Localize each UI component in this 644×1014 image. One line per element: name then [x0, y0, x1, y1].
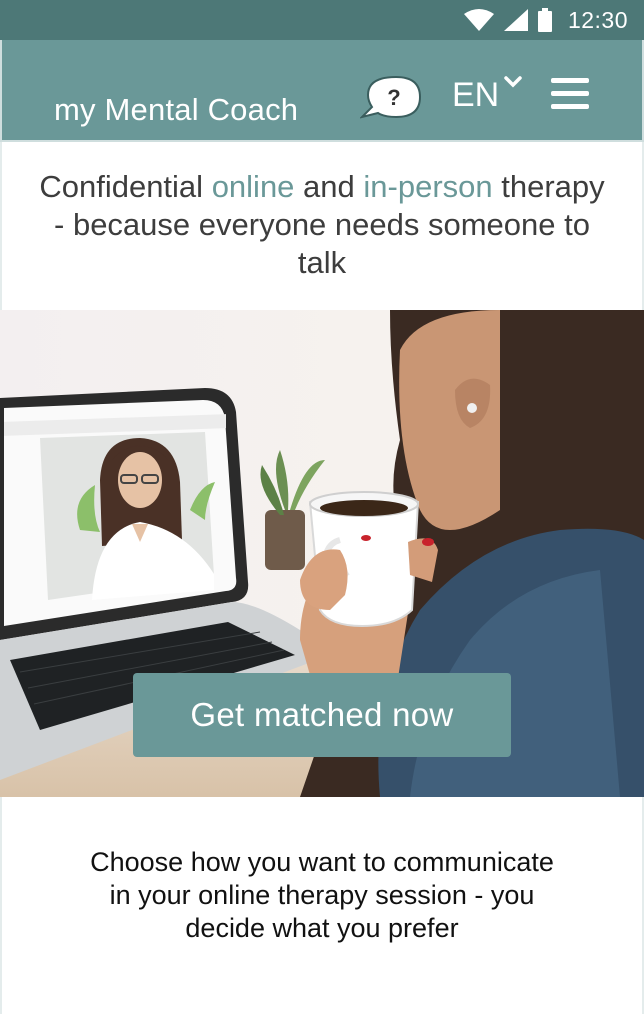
- language-label: EN: [452, 76, 500, 114]
- wifi-icon: [463, 9, 494, 31]
- chevron-down-icon: [504, 76, 522, 88]
- hamburger-menu-icon[interactable]: [551, 78, 589, 114]
- signal-icon: [503, 9, 528, 31]
- header-divider: [0, 140, 644, 142]
- app-header: my Mental Coach ? EN: [0, 40, 644, 140]
- language-selector[interactable]: EN: [452, 76, 523, 115]
- communication-intro-text: Choose how you want to communicate in yo…: [90, 847, 554, 943]
- brand-logo-text[interactable]: my Mental Coach: [54, 92, 298, 128]
- status-bar: 12:30: [0, 0, 644, 40]
- get-matched-button[interactable]: Get matched now: [133, 673, 511, 757]
- headline-online-link: online: [211, 169, 295, 204]
- help-bubble-icon[interactable]: ?: [358, 73, 422, 125]
- status-time: 12:30: [567, 6, 628, 33]
- headline-in-person-link: in-person: [363, 169, 493, 204]
- battery-icon: [537, 8, 552, 32]
- page-headline: Confidential online and in-person therap…: [39, 169, 605, 280]
- help-question-mark: ?: [387, 85, 400, 110]
